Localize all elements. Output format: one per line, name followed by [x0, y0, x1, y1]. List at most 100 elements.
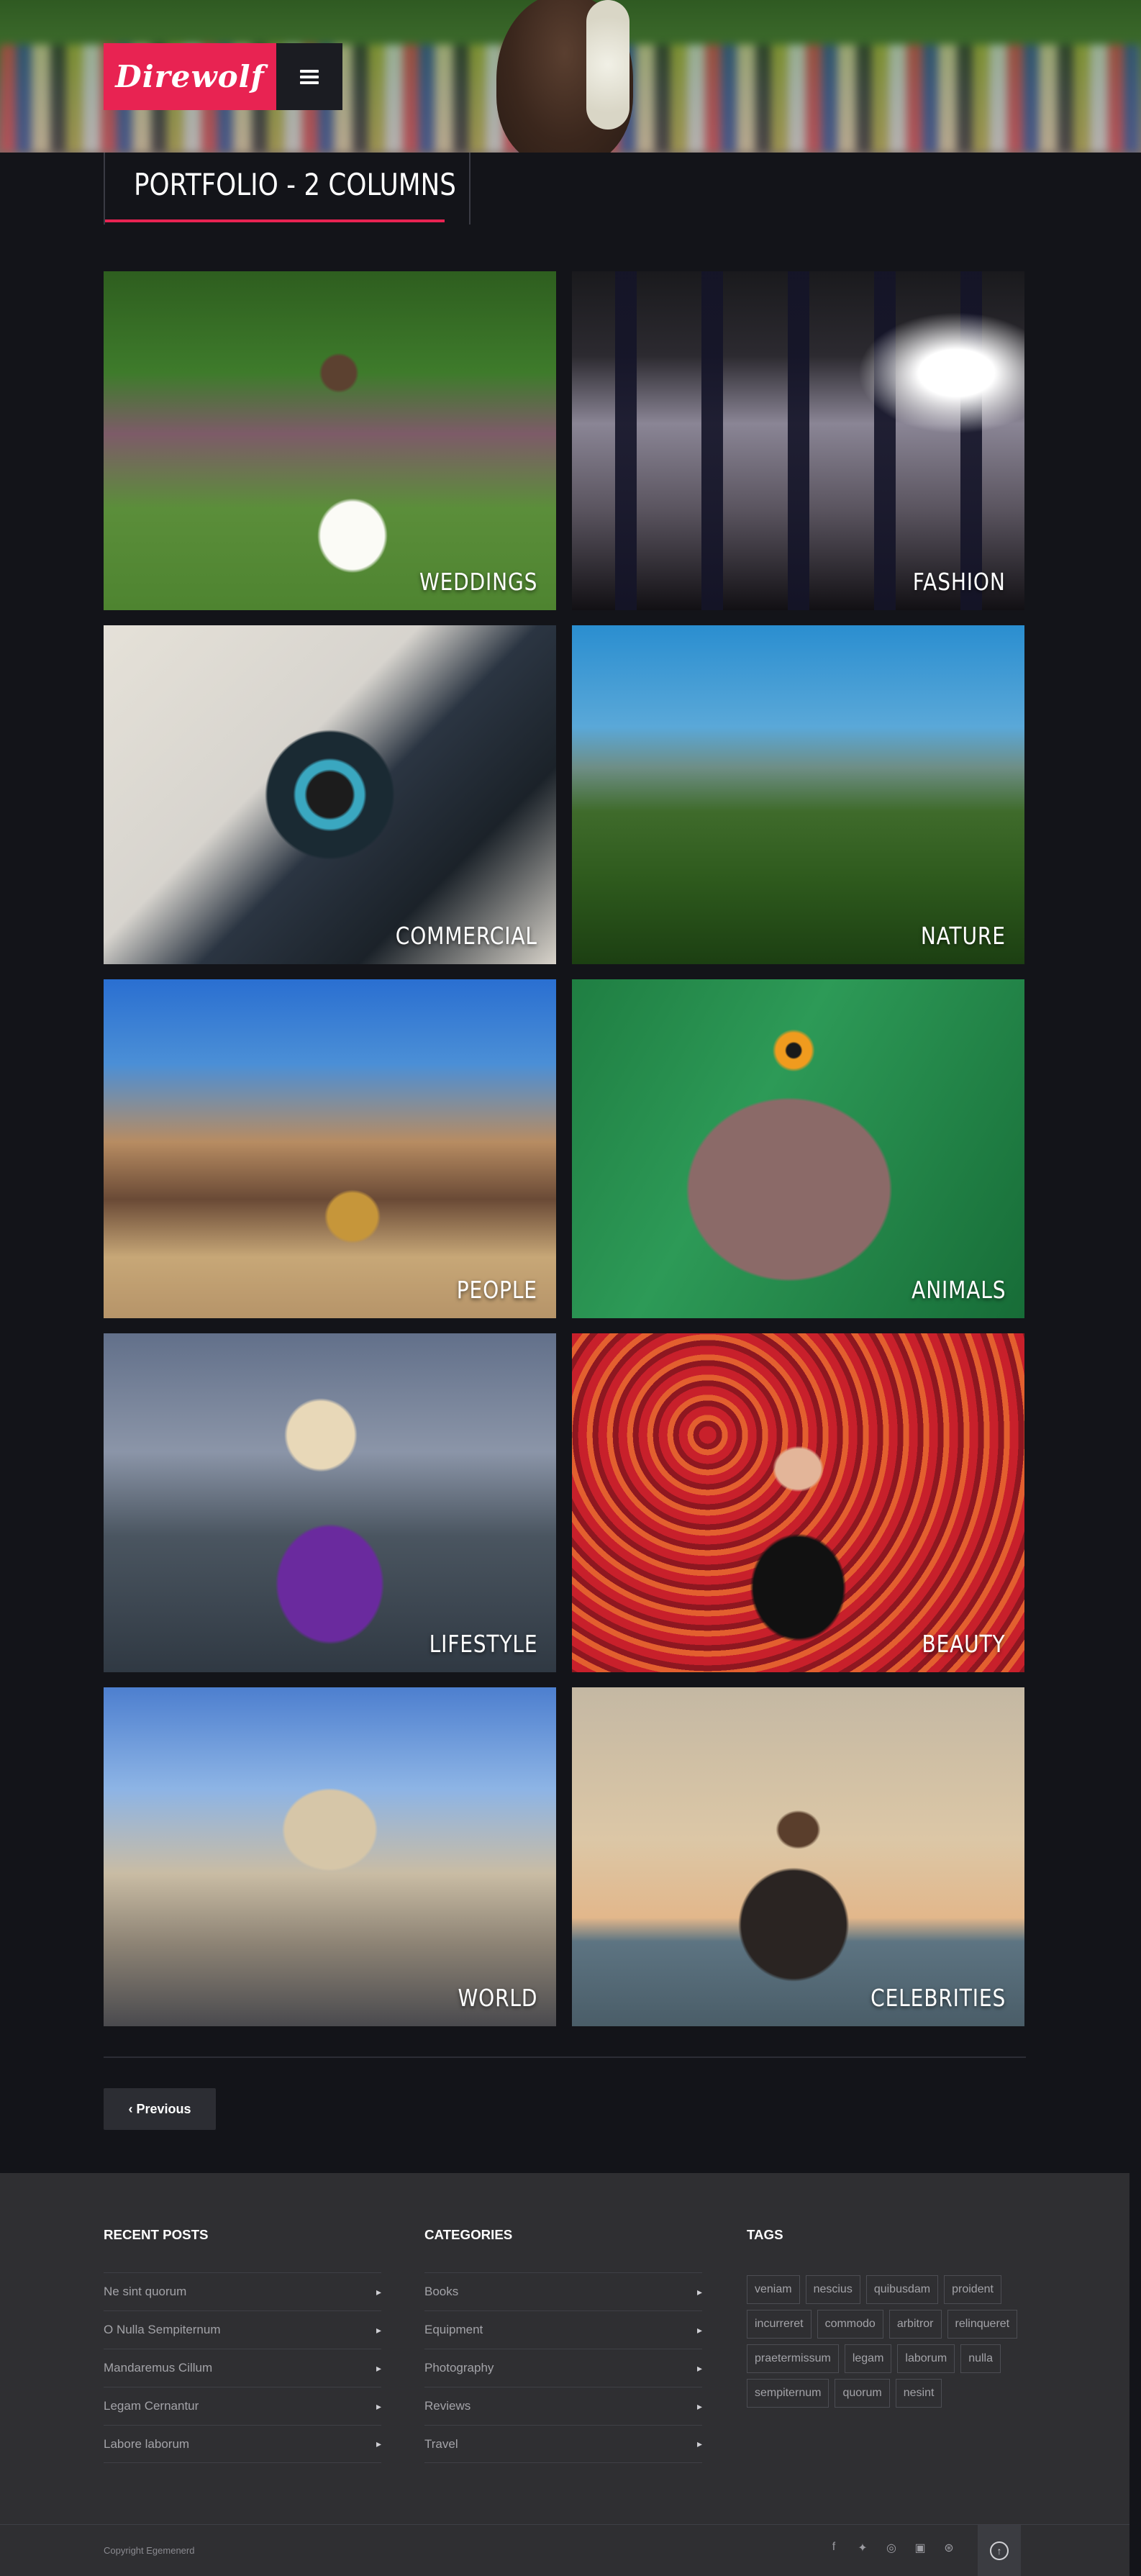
chevron-right-icon: ▸ — [376, 2285, 381, 2298]
portfolio-label: WORLD — [458, 1984, 537, 2012]
portfolio-image — [572, 1687, 1024, 2026]
portfolio-image — [104, 1687, 556, 2026]
categories-heading: CATEGORIES — [424, 2227, 513, 2242]
portfolio-label: PEOPLE — [456, 1276, 537, 1304]
category-item[interactable]: Reviews ▸ — [424, 2387, 702, 2425]
title-underline — [105, 219, 445, 222]
tag[interactable]: laborum — [897, 2344, 955, 2373]
tag-cloud: veniam nescius quibusdam proident incurr… — [747, 2275, 1035, 2408]
category-item[interactable]: Photography ▸ — [424, 2349, 702, 2387]
portfolio-item-celebrities[interactable]: CELEBRITIES — [572, 1687, 1024, 2026]
category-title[interactable]: Books — [424, 2285, 458, 2299]
tag[interactable]: quorum — [835, 2379, 890, 2408]
footer-bottom-bar: Copyright Egemenerd f ✦ ◎ ▣ ⊛ ↑ — [0, 2524, 1129, 2576]
category-item[interactable]: Books ▸ — [424, 2272, 702, 2310]
portfolio-image — [104, 1333, 556, 1672]
portfolio-label: ANIMALS — [911, 1276, 1006, 1304]
tags-heading: TAGS — [747, 2227, 783, 2242]
tag[interactable]: praetermissum — [747, 2344, 839, 2373]
portfolio-item-world[interactable]: WORLD — [104, 1687, 556, 2026]
category-item[interactable]: Travel ▸ — [424, 2425, 702, 2463]
facebook-icon[interactable]: f — [827, 2541, 840, 2555]
tag[interactable]: quibusdam — [865, 2275, 939, 2304]
category-title[interactable]: Equipment — [424, 2323, 483, 2337]
recent-post-title[interactable]: Ne sint quorum — [104, 2285, 186, 2299]
portfolio-image — [572, 1333, 1024, 1672]
portfolio-item-fashion[interactable]: FASHION — [572, 271, 1024, 610]
chevron-right-icon: ▸ — [376, 2362, 381, 2374]
back-to-top-button[interactable]: ↑ — [978, 2525, 1021, 2576]
portfolio-image — [572, 979, 1024, 1318]
portfolio-item-animals[interactable]: ANIMALS — [572, 979, 1024, 1318]
tag[interactable]: nescius — [805, 2275, 860, 2304]
portfolio-item-commercial[interactable]: COMMERCIAL — [104, 625, 556, 964]
recent-post-item[interactable]: Mandaremus Cillum ▸ — [104, 2349, 381, 2387]
portfolio-label: BEAUTY — [922, 1630, 1006, 1658]
portfolio-label: NATURE — [921, 922, 1006, 950]
tag[interactable]: relinqueret — [947, 2310, 1018, 2339]
portfolio-label: COMMERCIAL — [395, 922, 537, 950]
pinterest-icon[interactable]: ⊛ — [942, 2541, 955, 2555]
category-title[interactable]: Photography — [424, 2361, 494, 2375]
tag[interactable]: proident — [944, 2275, 1001, 2304]
social-links: f ✦ ◎ ▣ ⊛ — [827, 2541, 955, 2555]
tag[interactable]: incurreret — [747, 2310, 812, 2339]
twitter-icon[interactable]: ✦ — [856, 2541, 869, 2555]
tag[interactable]: sempiternum — [747, 2379, 829, 2408]
portfolio-label: CELEBRITIES — [870, 1984, 1006, 2012]
recent-post-item[interactable]: O Nulla Sempiternum ▸ — [104, 2310, 381, 2349]
instagram-icon[interactable]: ◎ — [885, 2541, 898, 2555]
linkedin-icon[interactable]: ▣ — [914, 2541, 927, 2555]
category-item[interactable]: Equipment ▸ — [424, 2310, 702, 2349]
portfolio-image — [104, 625, 556, 964]
tag[interactable]: nulla — [960, 2344, 1001, 2373]
recent-post-title[interactable]: Mandaremus Cillum — [104, 2361, 212, 2375]
chevron-right-icon: ▸ — [376, 2438, 381, 2449]
previous-page-button[interactable]: ‹ Previous — [104, 2088, 216, 2130]
portfolio-image — [572, 271, 1024, 610]
site-logo[interactable]: Direwolf — [104, 43, 342, 110]
chevron-right-icon: ▸ — [696, 2438, 702, 2449]
arrow-up-icon: ↑ — [990, 2541, 1009, 2560]
chevron-right-icon: ▸ — [696, 2285, 702, 2298]
logo-text[interactable]: Direwolf — [104, 43, 276, 110]
content-divider — [104, 2056, 1026, 2058]
portfolio-item-beauty[interactable]: BEAUTY — [572, 1333, 1024, 1672]
page-title: PORTFOLIO - 2 COLUMNS — [134, 167, 456, 202]
recent-post-item[interactable]: Ne sint quorum ▸ — [104, 2272, 381, 2310]
tag[interactable]: veniam — [747, 2275, 800, 2304]
recent-posts-heading: RECENT POSTS — [104, 2227, 209, 2242]
chevron-right-icon: ▸ — [696, 2323, 702, 2336]
recent-post-item[interactable]: Labore laborum ▸ — [104, 2425, 381, 2463]
portfolio-label: LIFESTYLE — [429, 1630, 537, 1658]
category-title[interactable]: Travel — [424, 2437, 458, 2452]
recent-post-title[interactable]: O Nulla Sempiternum — [104, 2323, 221, 2337]
chevron-right-icon: ▸ — [696, 2362, 702, 2374]
categories-list: Books ▸ Equipment ▸ Photography ▸ Reviews ▸ … — [424, 2272, 702, 2463]
portfolio-item-people[interactable]: PEOPLE — [104, 979, 556, 1318]
portfolio-label: WEDDINGS — [419, 568, 537, 596]
portfolio-item-lifestyle[interactable]: LIFESTYLE — [104, 1333, 556, 1672]
tag[interactable]: commodo — [817, 2310, 883, 2339]
chevron-right-icon: ▸ — [696, 2400, 702, 2412]
tag[interactable]: nesint — [895, 2379, 942, 2408]
chevron-right-icon: ▸ — [376, 2400, 381, 2412]
portfolio-item-nature[interactable]: NATURE — [572, 625, 1024, 964]
portfolio-image — [572, 625, 1024, 964]
page-title-box: PORTFOLIO - 2 COLUMNS — [104, 153, 471, 225]
portfolio-item-weddings[interactable]: WEDDINGS — [104, 271, 556, 610]
scrollbar-track — [1129, 2173, 1141, 2576]
tag[interactable]: arbitror — [888, 2310, 942, 2339]
chevron-right-icon: ▸ — [376, 2323, 381, 2336]
category-title[interactable]: Reviews — [424, 2399, 471, 2413]
recent-post-title[interactable]: Legam Cernantur — [104, 2399, 199, 2413]
recent-post-title[interactable]: Labore laborum — [104, 2437, 189, 2452]
hero-hairpiece — [586, 0, 629, 130]
copyright-text: Copyright Egemenerd — [104, 2545, 195, 2556]
portfolio-image — [104, 271, 556, 610]
menu-button[interactable] — [276, 43, 342, 110]
tag[interactable]: legam — [844, 2344, 892, 2373]
recent-post-item[interactable]: Legam Cernantur ▸ — [104, 2387, 381, 2425]
portfolio-label: FASHION — [913, 568, 1006, 596]
hamburger-icon — [300, 69, 319, 84]
